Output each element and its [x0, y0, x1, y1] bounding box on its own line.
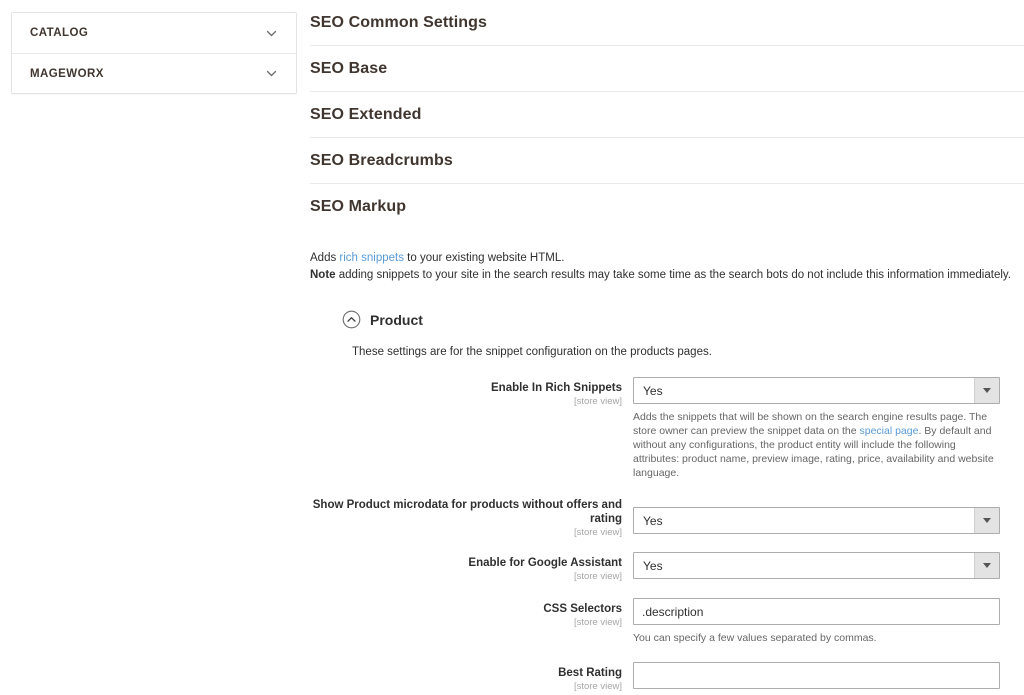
field-label: CSS Selectors [310, 602, 622, 616]
markup-intro-line-2: Note adding snippets to your site in the… [310, 267, 1024, 284]
field-scope: [store view] [310, 527, 622, 539]
field-label: Best Rating [310, 666, 622, 680]
field-scope: [store view] [310, 681, 622, 693]
config-page: CATALOG MAGEWORX SEO Common Settings SEO… [0, 0, 1024, 695]
product-fieldset-title: Product [370, 312, 423, 328]
enable-in-rich-snippets-select[interactable]: Yes [633, 377, 1000, 404]
field-control-block [633, 662, 1024, 689]
field-row-best-rating: Best Rating [store view] [310, 662, 1024, 693]
field-control-block: Yes Adds the snippets that will be shown… [633, 377, 1024, 480]
section-header-seo-markup[interactable]: SEO Markup [310, 184, 1024, 230]
field-control-block: Yes [633, 494, 1024, 534]
product-fieldset-note: These settings are for the snippet confi… [310, 346, 1024, 358]
section-header-seo-common-settings[interactable]: SEO Common Settings [310, 0, 1024, 46]
field-control-block: Yes [633, 552, 1024, 579]
field-label-block: Best Rating [store view] [310, 662, 633, 693]
markup-intro-line-1: Adds rich snippets to your existing webs… [310, 250, 1024, 267]
sidebar-item-label: CATALOG [30, 27, 265, 39]
field-control-block: You can specify a few values separated b… [633, 598, 1024, 645]
field-row-enable-for-google-assistant: Enable for Google Assistant [store view]… [310, 552, 1024, 583]
field-helper-text: You can specify a few values separated b… [633, 631, 1001, 645]
sidebar-item-label: MAGEWORX [30, 68, 265, 80]
field-scope: [store view] [310, 396, 622, 408]
field-label-block: CSS Selectors [store view] [310, 598, 633, 629]
section-title: SEO Common Settings [310, 14, 487, 32]
circle-chevron-up-icon[interactable] [342, 310, 361, 329]
markup-intro: Adds rich snippets to your existing webs… [310, 250, 1024, 284]
field-label-block: Enable for Google Assistant [store view] [310, 552, 633, 583]
config-sidebar: CATALOG MAGEWORX [11, 12, 297, 94]
field-label-block: Enable In Rich Snippets [store view] [310, 377, 633, 408]
section-title: SEO Markup [310, 198, 406, 216]
section-title: SEO Extended [310, 106, 421, 124]
chevron-down-icon[interactable] [974, 378, 999, 403]
show-product-microdata-select[interactable]: Yes [633, 507, 1000, 534]
field-label: Enable for Google Assistant [310, 556, 622, 570]
rich-snippets-link[interactable]: rich snippets [339, 252, 404, 264]
field-row-show-product-microdata: Show Product microdata for products with… [310, 494, 1024, 539]
css-selectors-input[interactable] [633, 598, 1000, 625]
product-fieldset: Product These settings are for the snipp… [310, 310, 1024, 695]
chevron-down-icon[interactable] [265, 67, 278, 80]
product-fieldset-toggle[interactable]: Product [310, 310, 1024, 329]
section-title: SEO Base [310, 60, 387, 78]
enable-for-google-assistant-select[interactable]: Yes [633, 552, 1000, 579]
field-helper-text: Adds the snippets that will be shown on … [633, 410, 1001, 480]
field-row-css-selectors: CSS Selectors [store view] You can speci… [310, 598, 1024, 645]
section-header-seo-breadcrumbs[interactable]: SEO Breadcrumbs [310, 138, 1024, 184]
best-rating-input[interactable] [633, 662, 1000, 689]
product-fields: Enable In Rich Snippets [store view] Yes… [310, 377, 1024, 695]
field-label: Enable In Rich Snippets [310, 381, 622, 395]
section-title: SEO Breadcrumbs [310, 152, 453, 170]
select-value: Yes [634, 384, 974, 398]
field-scope: [store view] [310, 571, 622, 583]
field-label-block: Show Product microdata for products with… [310, 494, 633, 539]
note-label: Note [310, 269, 336, 281]
chevron-down-icon[interactable] [265, 27, 278, 40]
note-text: adding snippets to your site in the sear… [336, 269, 1011, 281]
chevron-down-icon[interactable] [974, 508, 999, 533]
sidebar-item-mageworx[interactable]: MAGEWORX [12, 53, 296, 93]
section-header-seo-extended[interactable]: SEO Extended [310, 92, 1024, 138]
field-row-enable-in-rich-snippets: Enable In Rich Snippets [store view] Yes… [310, 377, 1024, 480]
section-header-seo-base[interactable]: SEO Base [310, 46, 1024, 92]
sidebar-item-catalog[interactable]: CATALOG [12, 13, 296, 53]
field-label: Show Product microdata for products with… [310, 498, 622, 526]
seo-markup-body: Adds rich snippets to your existing webs… [310, 230, 1024, 695]
intro-pre: Adds [310, 252, 339, 264]
field-scope: [store view] [310, 617, 622, 629]
select-value: Yes [634, 559, 974, 573]
config-main-content: SEO Common Settings SEO Base SEO Extende… [310, 0, 1024, 695]
select-value: Yes [634, 514, 974, 528]
intro-post: to your existing website HTML. [404, 252, 564, 264]
chevron-down-icon[interactable] [974, 553, 999, 578]
special-page-link[interactable]: special page [859, 425, 918, 437]
